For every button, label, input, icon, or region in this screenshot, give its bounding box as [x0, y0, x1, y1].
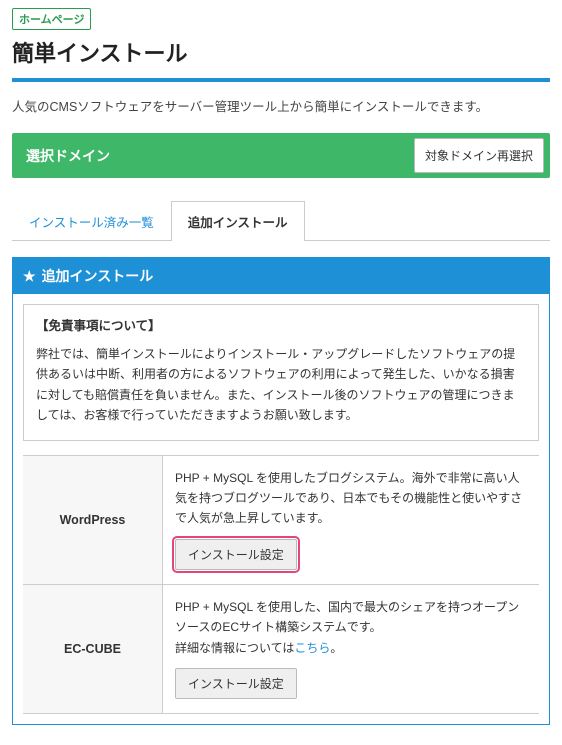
module-title: 追加インストール — [42, 266, 154, 286]
software-desc-wordpress: PHP + MySQL を使用したブログシステム。海外で非常に高い人気を持つブロ… — [175, 468, 527, 529]
software-name-wordpress: WordPress — [23, 456, 163, 584]
star-icon: ★ — [23, 269, 36, 283]
install-button-eccube[interactable]: インストール設定 — [175, 668, 297, 699]
add-install-module: ★ 追加インストール 【免責事項について】 弊社では、簡単インストールによりイン… — [12, 257, 550, 725]
software-row-wordpress: WordPress PHP + MySQL を使用したブログシステム。海外で非常… — [23, 456, 539, 585]
software-table: WordPress PHP + MySQL を使用したブログシステム。海外で非常… — [23, 455, 539, 714]
software-name-eccube: EC-CUBE — [23, 585, 163, 713]
tab-add-install[interactable]: 追加インストール — [171, 201, 305, 241]
selected-domain-label: 選択ドメイン — [12, 133, 408, 178]
disclaimer-text: 弊社では、簡単インストールによりインストール・アップグレードしたソフトウェアの提… — [36, 344, 526, 426]
intro-text: 人気のCMSソフトウェアをサーバー管理ツール上から簡単にインストールできます。 — [12, 96, 550, 115]
software-row-eccube: EC-CUBE PHP + MySQL を使用した、国内で最大のシェアを持つオー… — [23, 585, 539, 714]
reselect-domain-button[interactable]: 対象ドメイン再選択 — [414, 138, 544, 173]
install-button-wordpress[interactable]: インストール設定 — [175, 539, 297, 570]
disclaimer-box: 【免責事項について】 弊社では、簡単インストールによりインストール・アップグレー… — [23, 304, 539, 441]
page-title: 簡単インストール — [12, 36, 550, 68]
software-desc-eccube: PHP + MySQL を使用した、国内で最大のシェアを持つオープンソースのEC… — [175, 597, 527, 658]
tab-installed-list[interactable]: インストール済み一覧 — [12, 201, 171, 241]
disclaimer-title: 【免責事項について】 — [36, 315, 526, 334]
category-tag: ホームページ — [12, 8, 91, 30]
eccube-details-link[interactable]: こちら — [294, 641, 330, 655]
title-divider — [12, 78, 550, 82]
module-header: ★ 追加インストール — [13, 258, 549, 294]
tabs: インストール済み一覧 追加インストール — [12, 200, 550, 241]
selected-domain-bar: 選択ドメイン 対象ドメイン再選択 — [12, 133, 550, 178]
